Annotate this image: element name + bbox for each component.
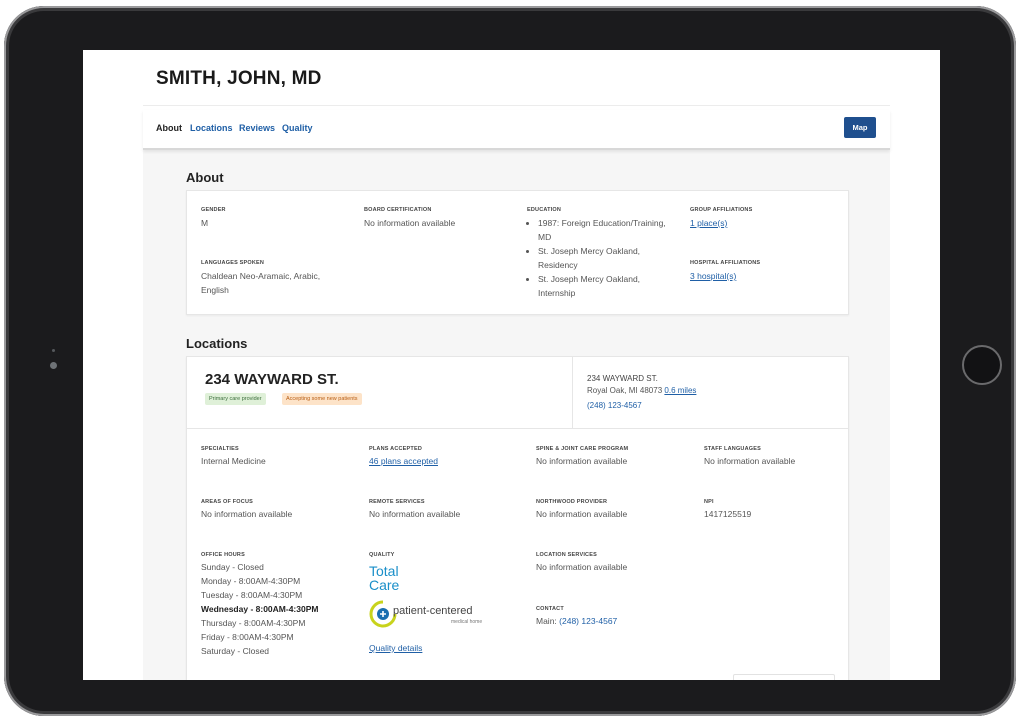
quality-details-link[interactable]: Quality details xyxy=(369,641,422,655)
address-line1: 234 WAYWARD ST. xyxy=(587,374,658,383)
location-address-title: 234 WAYWARD ST. xyxy=(205,371,339,388)
focus-label: AREAS OF FOCUS xyxy=(201,499,253,505)
primary-care-badge: Primary care provider xyxy=(205,393,266,405)
education-label: EDUCATION xyxy=(527,207,562,213)
hours-row-today: Wednesday - 8:00AM-4:30PM xyxy=(201,604,319,614)
pcmh-text: patient-centered xyxy=(393,605,473,617)
northwood-value: No information available xyxy=(536,509,628,519)
about-card: GENDER M BOARD CERTIFICATION No informat… xyxy=(186,190,849,315)
gender-value: M xyxy=(201,218,209,228)
tab-quality[interactable]: Quality xyxy=(282,123,313,133)
npi-label: NPI xyxy=(704,499,714,505)
contact-value: Main: (248) 123-4567 xyxy=(536,614,617,628)
partial-button[interactable] xyxy=(733,674,835,680)
front-camera xyxy=(50,362,57,369)
languages-value: Chaldean Neo-Aramaic, Arabic, English xyxy=(201,271,321,295)
specialties-label: SPECIALTIES xyxy=(201,446,239,452)
hours-row: Friday - 8:00AM-4:30PM xyxy=(201,632,294,642)
npi-value: 1417125519 xyxy=(704,509,752,519)
hours-row: Saturday - Closed xyxy=(201,646,270,656)
office-hours-list: Sunday - Closed Monday - 8:00AM-4:30PM T… xyxy=(201,560,318,658)
tab-reviews[interactable]: Reviews xyxy=(239,123,275,133)
staff-languages-label: STAFF LANGUAGES xyxy=(704,446,761,452)
hours-row: Thursday - 8:00AM-4:30PM xyxy=(201,618,306,628)
northwood-label: NORTHWOOD PROVIDER xyxy=(536,499,608,505)
education-list: 1987: Foreign Education/Training, MD St.… xyxy=(527,216,678,300)
title-divider xyxy=(143,105,890,106)
proximity-sensor xyxy=(52,349,55,352)
home-button[interactable] xyxy=(962,345,1002,385)
hospital-label: HOSPITAL AFFILIATIONS xyxy=(690,260,761,266)
group-link[interactable]: 1 place(s) xyxy=(690,216,727,230)
location-card: 234 WAYWARD ST. Primary care provider Ac… xyxy=(186,356,849,680)
spine-value: No information available xyxy=(536,456,628,466)
accepting-patients-badge: Accepting some new patients xyxy=(282,393,362,405)
gender-label: GENDER xyxy=(201,207,226,213)
specialties-value: Internal Medicine xyxy=(201,456,266,466)
group-label: GROUP AFFILIATIONS xyxy=(690,207,753,213)
board-value: No information available xyxy=(364,218,456,228)
contact-prefix: Main: xyxy=(536,616,560,626)
remote-label: REMOTE SERVICES xyxy=(369,499,425,505)
hours-row: Monday - 8:00AM-4:30PM xyxy=(201,576,301,586)
screen: SMITH, JOHN, MD About Locations Reviews … xyxy=(83,50,940,680)
total-care-logo: Total Care xyxy=(369,564,399,592)
total-care-line1: Total xyxy=(369,563,399,579)
distance-link[interactable]: 0.6 miles xyxy=(664,386,696,395)
pcmh-subtext: medical home xyxy=(451,619,483,625)
board-label: BOARD CERTIFICATION xyxy=(364,207,432,213)
address-line2: Royal Oak, MI 48073 0.6 miles xyxy=(587,385,696,397)
location-header-divider xyxy=(187,428,848,429)
focus-value: No information available xyxy=(201,509,293,519)
total-care-line2: Care xyxy=(369,577,400,593)
contact-phone-link[interactable]: (248) 123-4567 xyxy=(559,616,617,626)
page-title: SMITH, JOHN, MD xyxy=(156,68,322,89)
hours-row: Sunday - Closed xyxy=(201,562,264,572)
quality-label: QUALITY xyxy=(369,552,395,558)
tab-about[interactable]: About xyxy=(156,123,182,133)
tab-locations[interactable]: Locations xyxy=(190,123,233,133)
address-city: Royal Oak, MI 48073 xyxy=(587,386,663,395)
languages-label: LANGUAGES SPOKEN xyxy=(201,260,265,266)
location-services-label: LOCATION SERVICES xyxy=(536,552,597,558)
section-nav: About Locations Reviews Quality Map xyxy=(143,110,890,150)
location-services-value: No information available xyxy=(536,562,628,572)
hours-row: Tuesday - 8:00AM-4:30PM xyxy=(201,590,303,600)
main-content: About GENDER M BOARD CERTIFICATION No in… xyxy=(143,148,890,680)
map-button[interactable]: Map xyxy=(844,117,876,138)
spine-label: SPINE & JOINT CARE PROGRAM xyxy=(536,446,629,452)
remote-value: No information available xyxy=(369,509,461,519)
education-item: 1987: Foreign Education/Training, MD xyxy=(538,216,678,244)
about-heading: About xyxy=(186,170,224,185)
hospital-link[interactable]: 3 hospital(s) xyxy=(690,269,736,283)
locations-heading: Locations xyxy=(186,336,248,351)
education-item: St. Joseph Mercy Oakland, Residency xyxy=(538,244,678,272)
address-divider xyxy=(572,357,573,428)
phone-link[interactable]: (248) 123-4567 xyxy=(587,400,642,412)
plans-label: PLANS ACCEPTED xyxy=(369,446,423,452)
education-item: St. Joseph Mercy Oakland, Internship xyxy=(538,272,678,300)
contact-label: CONTACT xyxy=(536,606,564,612)
staff-languages-value: No information available xyxy=(704,456,796,466)
plans-link[interactable]: 46 plans accepted xyxy=(369,454,438,468)
hours-label: OFFICE HOURS xyxy=(201,552,245,558)
